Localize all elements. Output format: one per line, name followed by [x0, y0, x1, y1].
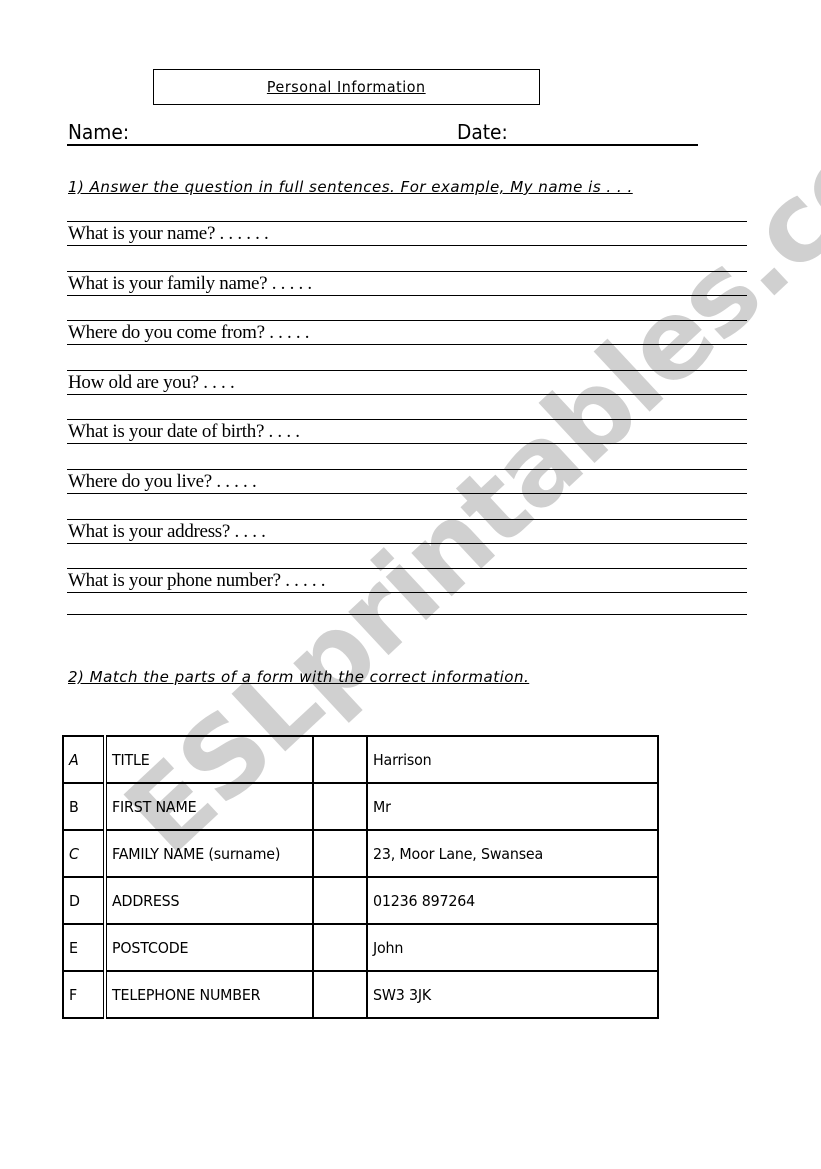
row-letter: C: [69, 844, 79, 863]
answer-line[interactable]: [67, 370, 747, 371]
form-info: 23, Moor Lane, Swansea: [373, 844, 544, 863]
table-row: E POSTCODE John: [62, 923, 659, 972]
form-part-cell: FAMILY NAME (surname): [104, 829, 314, 878]
answer-line[interactable]: [67, 568, 747, 569]
row-letter: D: [69, 891, 80, 910]
question-underline: [67, 394, 747, 395]
form-info-cell: 23, Moor Lane, Swansea: [366, 829, 659, 878]
table-row: F TELEPHONE NUMBER SW3 3JK: [62, 970, 659, 1019]
question-underline: [67, 493, 747, 494]
answer-line[interactable]: [67, 271, 747, 272]
row-letter-cell: E: [62, 923, 107, 972]
form-info-cell: Mr: [366, 782, 659, 831]
question-text: Where do you come from? . . . . .: [68, 322, 310, 343]
table-row: C FAMILY NAME (surname) 23, Moor Lane, Swa…: [62, 829, 659, 878]
form-part-cell: TITLE: [104, 735, 314, 784]
form-part: TELEPHONE NUMBER: [112, 985, 261, 1004]
row-letter-cell: A: [62, 735, 107, 784]
form-part: FIRST NAME: [112, 797, 197, 816]
section2-instruction: 2) Match the parts of a form with the co…: [68, 668, 530, 686]
question-text: What is your phone number? . . . . .: [68, 570, 326, 591]
answer-line[interactable]: [67, 614, 747, 615]
row-letter-cell: C: [62, 829, 107, 878]
row-letter: B: [69, 797, 79, 816]
question-underline: [67, 245, 747, 246]
form-info-cell: SW3 3JK: [366, 970, 659, 1019]
row-letter-cell: F: [62, 970, 107, 1019]
form-part-cell: POSTCODE: [104, 923, 314, 972]
row-letter-cell: D: [62, 876, 107, 925]
form-info: SW3 3JK: [373, 985, 432, 1004]
question-text: What is your family name? . . . . .: [68, 273, 312, 294]
form-info: 01236 897264: [373, 891, 475, 910]
form-info-cell: Harrison: [366, 735, 659, 784]
answer-cell-cell[interactable]: [312, 923, 368, 972]
row-letter-cell: B: [62, 782, 107, 831]
row-letter: E: [69, 938, 78, 957]
title-box: Personal Information: [153, 69, 540, 105]
answer-cell-cell[interactable]: [312, 829, 368, 878]
form-part: ADDRESS: [112, 891, 180, 910]
answer-cell-cell[interactable]: [312, 876, 368, 925]
answer-line[interactable]: [67, 519, 747, 520]
section1-instruction: 1) Answer the question in full sentences…: [68, 178, 633, 196]
form-info-cell: 01236 897264: [366, 876, 659, 925]
form-info-cell: John: [366, 923, 659, 972]
question-text: Where do you live? . . . . .: [68, 471, 257, 492]
question-underline: [67, 443, 747, 444]
question-text: What is your date of birth? . . . .: [68, 421, 300, 442]
form-part: TITLE: [112, 750, 150, 769]
table-row: D ADDRESS 01236 897264: [62, 876, 659, 925]
date-label: Date:: [457, 120, 508, 144]
answer-cell-cell[interactable]: [312, 782, 368, 831]
form-part-cell: FIRST NAME: [104, 782, 314, 831]
page-title: Personal Information: [267, 78, 426, 96]
question-underline: [67, 344, 747, 345]
answer-line[interactable]: [67, 469, 747, 470]
question-underline: [67, 543, 747, 544]
answer-line[interactable]: [67, 419, 747, 420]
answer-cell-cell[interactable]: [312, 735, 368, 784]
form-info: Harrison: [373, 750, 432, 769]
question-underline: [67, 592, 747, 593]
question-text: What is your address? . . . .: [68, 521, 266, 542]
form-info: John: [373, 938, 404, 957]
answer-line[interactable]: [67, 221, 747, 222]
row-letter: F: [69, 985, 78, 1004]
form-info: Mr: [373, 797, 391, 816]
table-row: A TITLE Harrison: [62, 735, 659, 784]
row-letter: A: [69, 750, 79, 769]
question-text: How old are you? . . . .: [68, 372, 235, 393]
question-text: What is your name? . . . . . .: [68, 223, 269, 244]
form-part: FAMILY NAME (surname): [112, 844, 281, 863]
form-part: POSTCODE: [112, 938, 189, 957]
name-label: Name:: [68, 120, 130, 144]
answer-cell-cell[interactable]: [312, 970, 368, 1019]
table-row: B FIRST NAME Mr: [62, 782, 659, 831]
name-date-line[interactable]: [67, 144, 698, 146]
matching-table: A TITLE Harrison B FIRST NAME Mr C FAMILY NAME …: [62, 735, 659, 1019]
form-part-cell: TELEPHONE NUMBER: [104, 970, 314, 1019]
question-underline: [67, 295, 747, 296]
form-part-cell: ADDRESS: [104, 876, 314, 925]
answer-line[interactable]: [67, 320, 747, 321]
